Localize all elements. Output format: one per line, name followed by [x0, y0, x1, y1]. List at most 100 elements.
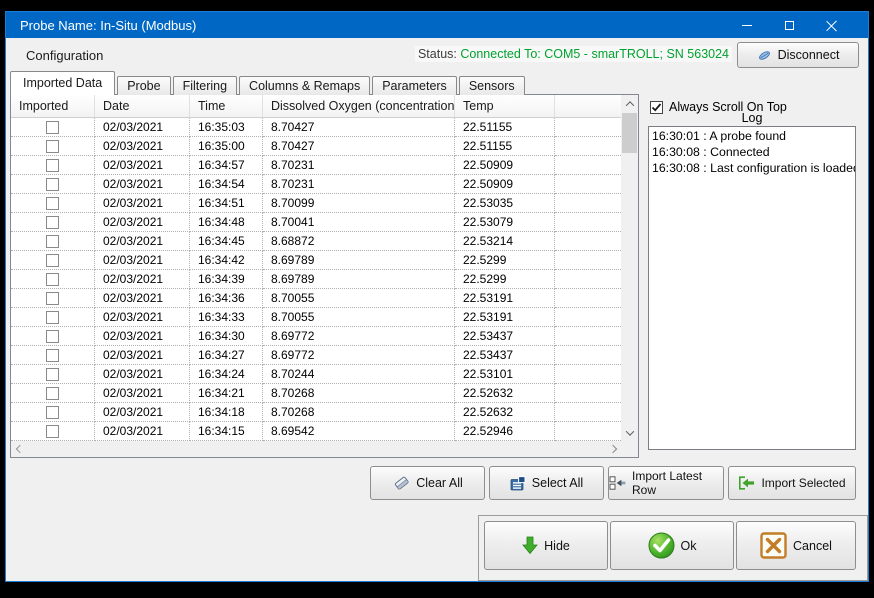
import-selected-button[interactable]: Import Selected — [728, 466, 856, 500]
scroll-down-button[interactable] — [621, 424, 638, 441]
row-imported-checkbox[interactable] — [46, 311, 59, 324]
maximize-button[interactable] — [768, 12, 810, 38]
cell-date: 02/03/2021 — [95, 251, 190, 270]
table-row[interactable]: 02/03/202116:34:218.7026822.52632 — [11, 384, 621, 403]
table-main: ImportedDateTimeDissolved Oxygen (concen… — [11, 95, 621, 441]
cell-filler — [555, 175, 621, 194]
column-header-time[interactable]: Time — [190, 95, 263, 118]
table-row[interactable]: 02/03/202116:34:308.6977222.53437 — [11, 327, 621, 346]
cell-temp: 22.53101 — [455, 365, 555, 384]
table-row[interactable]: 02/03/202116:34:368.7005522.53191 — [11, 289, 621, 308]
cell-date: 02/03/2021 — [95, 213, 190, 232]
screen: Probe Name: In-Situ (Modbus) Configurati… — [0, 0, 874, 598]
table-row[interactable]: 02/03/202116:34:248.7024422.53101 — [11, 365, 621, 384]
cell-filler — [555, 156, 621, 175]
cell-dissolved-oxygen: 8.69542 — [263, 422, 455, 441]
table-row[interactable]: 02/03/202116:34:458.6887222.53214 — [11, 232, 621, 251]
row-imported-checkbox[interactable] — [46, 178, 59, 191]
row-imported-checkbox[interactable] — [46, 368, 59, 381]
close-button[interactable] — [810, 12, 852, 38]
row-imported-checkbox[interactable] — [46, 216, 59, 229]
footer-panel: Hide Ok — [478, 515, 868, 581]
table-row[interactable]: 02/03/202116:34:338.7005522.53191 — [11, 308, 621, 327]
cell-filler — [555, 194, 621, 213]
cell-temp: 22.5299 — [455, 251, 555, 270]
row-imported-checkbox[interactable] — [46, 406, 59, 419]
row-imported-checkbox[interactable] — [46, 140, 59, 153]
vertical-scrollbar[interactable] — [621, 95, 638, 441]
row-imported-checkbox[interactable] — [46, 197, 59, 210]
cell-temp: 22.53035 — [455, 194, 555, 213]
cell-imported — [11, 118, 95, 137]
cell-date: 02/03/2021 — [95, 137, 190, 156]
tab-sensors[interactable]: Sensors — [459, 76, 525, 95]
select-all-icon — [510, 476, 526, 491]
row-imported-checkbox[interactable] — [46, 349, 59, 362]
scroll-right-button[interactable] — [604, 441, 621, 457]
clear-all-button[interactable]: Clear All — [370, 466, 485, 500]
hide-button[interactable]: Hide — [484, 521, 608, 570]
cell-dissolved-oxygen: 8.70055 — [263, 308, 455, 327]
cell-dissolved-oxygen: 8.69789 — [263, 251, 455, 270]
vertical-scroll-thumb[interactable] — [622, 113, 637, 153]
cell-filler — [555, 289, 621, 308]
row-imported-checkbox[interactable] — [46, 254, 59, 267]
row-imported-checkbox[interactable] — [46, 273, 59, 286]
scroll-up-button[interactable] — [621, 95, 638, 112]
row-imported-checkbox[interactable] — [46, 425, 59, 438]
row-imported-checkbox[interactable] — [46, 121, 59, 134]
table-row[interactable]: 02/03/202116:35:008.7042722.51155 — [11, 137, 621, 156]
tab-parameters[interactable]: Parameters — [372, 76, 457, 95]
column-header-imported[interactable]: Imported — [11, 95, 95, 118]
minimize-button[interactable] — [726, 12, 768, 38]
select-all-label: Select All — [532, 476, 583, 490]
horizontal-scrollbar[interactable] — [11, 441, 621, 457]
select-all-button[interactable]: Select All — [489, 466, 604, 500]
disconnect-button[interactable]: Disconnect — [737, 42, 859, 68]
row-imported-checkbox[interactable] — [46, 387, 59, 400]
log-box[interactable]: 16:30:01 : A probe found16:30:08 : Conne… — [648, 126, 856, 450]
cell-imported — [11, 346, 95, 365]
scroll-right-icon — [608, 445, 616, 453]
scroll-left-button[interactable] — [11, 441, 28, 457]
tab-filtering[interactable]: Filtering — [173, 76, 237, 95]
tab-probe[interactable]: Probe — [117, 76, 170, 95]
status-label: Status: — [418, 47, 457, 61]
table-row[interactable]: 02/03/202116:34:578.7023122.50909 — [11, 156, 621, 175]
tab-imported-data[interactable]: Imported Data — [10, 71, 115, 95]
cell-temp: 22.52632 — [455, 384, 555, 403]
row-imported-checkbox[interactable] — [46, 235, 59, 248]
status-line: Status: Connected To: COM5 - smarTROLL; … — [415, 46, 732, 62]
table-row[interactable]: 02/03/202116:34:158.6954222.52946 — [11, 422, 621, 441]
table-row[interactable]: 02/03/202116:34:428.6978922.5299 — [11, 251, 621, 270]
cell-imported — [11, 194, 95, 213]
cell-date: 02/03/2021 — [95, 327, 190, 346]
cell-imported — [11, 384, 95, 403]
title-bar[interactable]: Probe Name: In-Situ (Modbus) — [6, 12, 868, 38]
row-imported-checkbox[interactable] — [46, 292, 59, 305]
cell-filler — [555, 251, 621, 270]
row-imported-checkbox[interactable] — [46, 330, 59, 343]
cell-imported — [11, 327, 95, 346]
ok-button[interactable]: Ok — [610, 521, 734, 570]
import-latest-row-button[interactable]: Import Latest Row — [608, 466, 724, 500]
cell-time: 16:34:45 — [190, 232, 263, 251]
column-header-dissolved-oxygen-concentration-[interactable]: Dissolved Oxygen (concentration) — [263, 95, 455, 118]
cancel-label: Cancel — [793, 539, 832, 553]
table-row[interactable]: 02/03/202116:34:398.6978922.5299 — [11, 270, 621, 289]
table-row[interactable]: 02/03/202116:34:188.7026822.52632 — [11, 403, 621, 422]
row-imported-checkbox[interactable] — [46, 159, 59, 172]
column-header-temp[interactable]: Temp — [455, 95, 555, 118]
log-entry: 16:30:01 : A probe found — [652, 128, 852, 144]
table-row[interactable]: 02/03/202116:34:548.7023122.50909 — [11, 175, 621, 194]
cell-temp: 22.50909 — [455, 175, 555, 194]
cancel-button[interactable]: Cancel — [736, 521, 856, 570]
minimize-icon — [742, 25, 752, 26]
table-row[interactable]: 02/03/202116:35:038.7042722.51155 — [11, 118, 621, 137]
table-row[interactable]: 02/03/202116:34:518.7009922.53035 — [11, 194, 621, 213]
tab-columns-remaps[interactable]: Columns & Remaps — [239, 76, 370, 95]
table-row[interactable]: 02/03/202116:34:278.6977222.53437 — [11, 346, 621, 365]
table-row[interactable]: 02/03/202116:34:488.7004122.53079 — [11, 213, 621, 232]
column-header-date[interactable]: Date — [95, 95, 190, 118]
cell-dissolved-oxygen: 8.70055 — [263, 289, 455, 308]
